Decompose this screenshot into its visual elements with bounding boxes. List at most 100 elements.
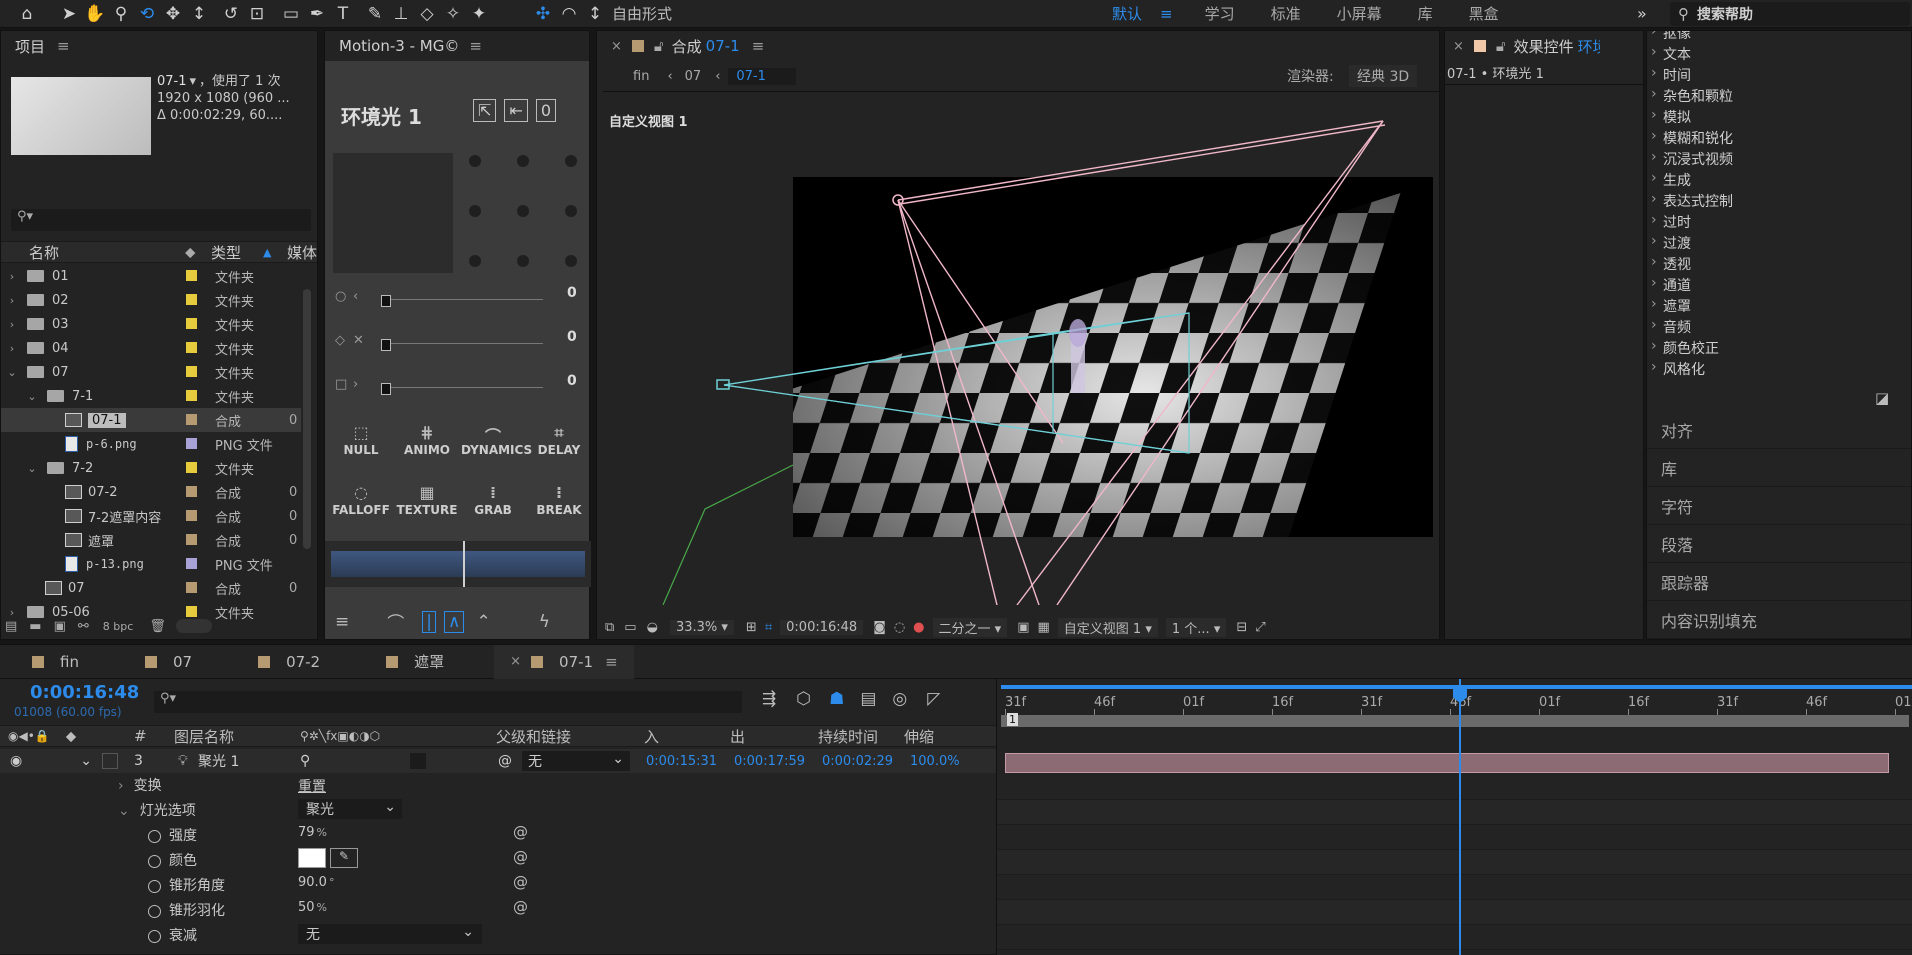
chevron-down-icon[interactable]: ⌄: [118, 803, 130, 819]
col-parent[interactable]: 父级和链接: [496, 726, 571, 747]
property-track[interactable]: [997, 800, 1912, 825]
anchor-grid-dots[interactable]: [467, 151, 579, 271]
shy-switch-icon[interactable]: ⚲: [300, 753, 310, 769]
label-color[interactable]: [186, 438, 197, 449]
panel-section[interactable]: 段落: [1647, 525, 1911, 563]
work-area-bar[interactable]: [1001, 685, 1912, 689]
layer-stretch[interactable]: 100.0%: [910, 754, 960, 769]
panel-section[interactable]: 字符: [1647, 487, 1911, 525]
motion-graph-cursor[interactable]: [463, 541, 465, 587]
sort-asc-icon[interactable]: ▲: [263, 246, 271, 259]
effect-category[interactable]: 透视: [1647, 254, 1911, 275]
project-item[interactable]: 7-2遮罩内容 合成 0: [1, 504, 301, 528]
col-type-header[interactable]: 类型: [211, 242, 241, 263]
slider-mode-icon[interactable]: ‹: [353, 289, 358, 304]
anchor-preview[interactable]: [333, 153, 453, 273]
close-icon[interactable]: ×: [510, 654, 521, 669]
axis-icon[interactable]: ↕: [582, 1, 608, 27]
project-item[interactable]: › 03 文件夹: [1, 312, 301, 336]
linear-icon[interactable]: |: [422, 610, 436, 633]
layer-label-color[interactable]: [101, 753, 118, 769]
chevron-down-icon[interactable]: ⌄: [80, 753, 92, 769]
menu-icon[interactable]: ≡: [335, 612, 349, 632]
project-item[interactable]: › 01 文件夹: [1, 264, 301, 288]
view-layout-icon[interactable]: ⊟: [1236, 620, 1247, 635]
show-snapshot-icon[interactable]: ◌: [894, 620, 905, 635]
col-layer-name[interactable]: 图层名称: [174, 726, 234, 747]
slider-track[interactable]: [383, 343, 543, 344]
orbit-icon[interactable]: ◠: [556, 1, 582, 27]
zoom-select[interactable]: 33.3% ▾: [669, 619, 734, 635]
col-duration[interactable]: 持续时间: [818, 726, 878, 747]
resolution-select[interactable]: 二分之一 ▾: [932, 617, 1008, 637]
slider-shape-icon[interactable]: ◇: [335, 333, 345, 348]
motion-animo-button[interactable]: ⋕ ANIMO: [395, 423, 459, 457]
project-item[interactable]: ⌄ 7-1 文件夹: [1, 384, 301, 408]
property-track[interactable]: [997, 775, 1912, 800]
effect-category[interactable]: 文本: [1647, 44, 1911, 65]
eraser-tool-icon[interactable]: ◇: [414, 1, 440, 27]
peak-icon[interactable]: ⌃: [476, 612, 490, 632]
curve-icon[interactable]: ∧: [443, 610, 465, 633]
slider-shape-icon[interactable]: □: [335, 377, 347, 392]
orbit-camera-icon[interactable]: ⟲: [134, 1, 160, 27]
project-item[interactable]: 遮罩 合成 0: [1, 528, 301, 552]
snapshot-icon[interactable]: ◙: [873, 620, 886, 635]
workspace-3[interactable]: 小屏幕: [1319, 3, 1400, 24]
visibility-eye-icon[interactable]: ◉: [10, 753, 22, 769]
view-select[interactable]: 自定义视图 1 ▾: [1057, 617, 1158, 637]
slider-thumb[interactable]: [381, 339, 391, 351]
label-color[interactable]: [186, 414, 197, 425]
brush-tool-icon[interactable]: ✎: [362, 1, 388, 27]
work-area-span[interactable]: 1: [1001, 713, 1909, 727]
menu-icon[interactable]: ≡: [605, 653, 618, 671]
label-color[interactable]: [186, 318, 197, 329]
thumbnail-toggle[interactable]: [175, 619, 212, 633]
slider-thumb[interactable]: [381, 383, 391, 395]
motion-texture-button[interactable]: ▦ TEXTURE: [395, 483, 459, 517]
slider-shape-icon[interactable]: ○: [335, 289, 346, 304]
effect-category[interactable]: 模拟: [1647, 107, 1911, 128]
workspace-4[interactable]: 库: [1400, 3, 1451, 24]
motion-grab-button[interactable]: ⁞ GRAB: [461, 483, 525, 517]
lock-icon[interactable]: 🔓︎: [1496, 37, 1506, 55]
close-icon[interactable]: ×: [1453, 39, 1464, 54]
bpc-label[interactable]: 8 bpc: [103, 620, 134, 633]
roto-brush-icon[interactable]: ✧: [440, 1, 466, 27]
comp-tab[interactable]: × 🔓︎ 合成 07-1 ≡: [597, 31, 1439, 61]
move-icon[interactable]: ✣: [530, 1, 556, 27]
interpret-footage-icon[interactable]: ▤: [5, 619, 17, 634]
project-item[interactable]: p-6.png PNG 文件: [1, 432, 301, 456]
project-scrollbar[interactable]: [303, 289, 311, 549]
timeline-search-input[interactable]: ⚲▾: [154, 691, 742, 713]
timeline-tab[interactable]: fin: [16, 645, 95, 679]
label-color[interactable]: [186, 294, 197, 305]
layer-in[interactable]: 0:00:15:31: [646, 754, 717, 769]
selection-tool-icon[interactable]: ➤: [56, 1, 82, 27]
workspace-2[interactable]: 标准: [1253, 3, 1319, 24]
current-time[interactable]: 0:00:16:48: [780, 619, 864, 635]
effect-category[interactable]: 生成: [1647, 170, 1911, 191]
label-color[interactable]: [186, 486, 197, 497]
pan-camera-icon[interactable]: ✥: [160, 1, 186, 27]
eyedropper-icon[interactable]: ✎: [330, 848, 358, 868]
project-item[interactable]: › 04 文件夹: [1, 336, 301, 360]
close-icon[interactable]: ×: [611, 39, 622, 54]
frame-blend-icon[interactable]: ▤: [860, 689, 876, 709]
monitor-icon[interactable]: ▭: [624, 620, 636, 635]
label-color[interactable]: [186, 342, 197, 353]
workspace-0[interactable]: 默认: [1094, 3, 1160, 24]
label-color[interactable]: [186, 582, 197, 593]
new-folder-icon[interactable]: ▬: [29, 619, 41, 634]
timeline-tab[interactable]: 07: [129, 645, 208, 679]
project-item[interactable]: ⌄ 7-2 文件夹: [1, 456, 301, 480]
effect-category[interactable]: 颜色校正: [1647, 338, 1911, 359]
project-item[interactable]: ⌄ 07 文件夹: [1, 360, 301, 384]
workspace-more[interactable]: »: [1637, 4, 1647, 23]
transform-group[interactable]: 变换: [134, 778, 162, 794]
stopwatch-icon[interactable]: [148, 929, 161, 943]
viewer-canvas[interactable]: [597, 93, 1439, 605]
motion-break-button[interactable]: ⁝ BREAK: [527, 483, 591, 517]
project-tab[interactable]: 项目 ≡: [1, 31, 317, 61]
new-comp-icon[interactable]: ▣: [54, 619, 66, 634]
